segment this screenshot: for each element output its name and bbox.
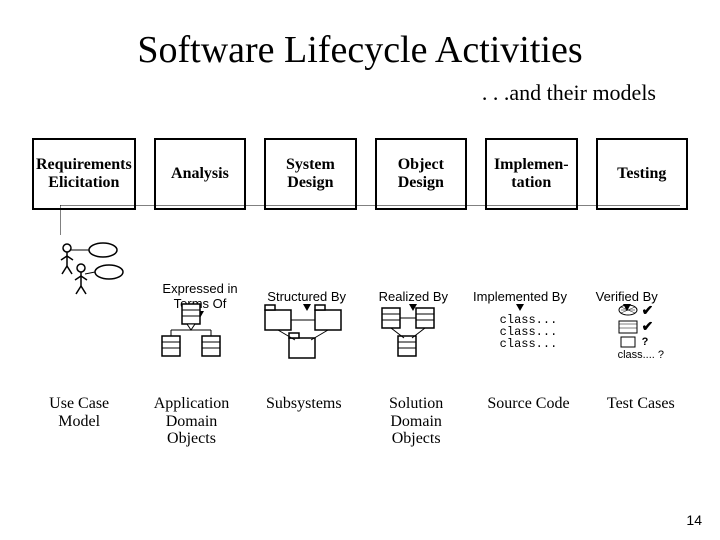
- testcase-row: ?: [618, 335, 664, 349]
- activities-row: Requirements Elicitation Analysis System…: [32, 138, 688, 210]
- label-use-case-model: Use Case Model: [32, 395, 126, 448]
- small-rect-icon: [618, 335, 638, 349]
- slide-subtitle: . . .and their models: [0, 80, 656, 106]
- check-icon: ✔: [642, 302, 654, 319]
- model-app-domain-objects: [144, 300, 238, 364]
- activity-analysis: Analysis: [154, 138, 246, 210]
- activity-system-design: System Design: [264, 138, 356, 210]
- hatched-rect-icon: [618, 320, 638, 334]
- label-solution-domain-objects: Solution Domain Objects: [369, 395, 463, 448]
- hatched-oval-icon: [618, 304, 638, 316]
- activity-object-design: Object Design: [375, 138, 467, 210]
- model-test-cases: ✔ ✔ ? class.... ?: [594, 300, 688, 364]
- label-test-cases: Test Cases: [594, 395, 688, 448]
- label-source-code: Source Code: [481, 395, 575, 448]
- label-app-domain-objects: Application Domain Objects: [144, 395, 238, 448]
- model-usecase-cell: [32, 300, 126, 364]
- packages-icon: [261, 302, 347, 362]
- class-hierarchy-icon: [156, 302, 226, 362]
- activity-requirements: Requirements Elicitation: [32, 138, 136, 210]
- model-labels-row: Use Case Model Application Domain Object…: [32, 395, 688, 448]
- slide-title: Software Lifecycle Activities: [0, 28, 720, 72]
- label-subsystems: Subsystems: [257, 395, 351, 448]
- usecase-icon: [57, 240, 129, 296]
- source-line: class...: [500, 338, 558, 350]
- usecase-mini-diagram: [40, 240, 147, 299]
- question-mark-icon: ?: [642, 336, 649, 349]
- model-subsystems: [257, 300, 351, 364]
- models-row: class... class... class... ✔ ✔ ? class..…: [32, 300, 688, 364]
- model-source-code: class... class... class...: [481, 300, 575, 364]
- model-solution-domain-objects: [369, 300, 463, 364]
- page-number: 14: [686, 512, 702, 528]
- testcase-row: ✔: [618, 318, 664, 335]
- check-icon: ✔: [642, 318, 654, 335]
- activity-testing: Testing: [596, 138, 688, 210]
- testcase-summary-line: class.... ?: [618, 349, 664, 362]
- connector-wires: [60, 205, 680, 265]
- class-group-icon: [376, 302, 456, 362]
- activity-implementation: Implemen- tation: [485, 138, 577, 210]
- testcase-row: ✔: [618, 302, 664, 319]
